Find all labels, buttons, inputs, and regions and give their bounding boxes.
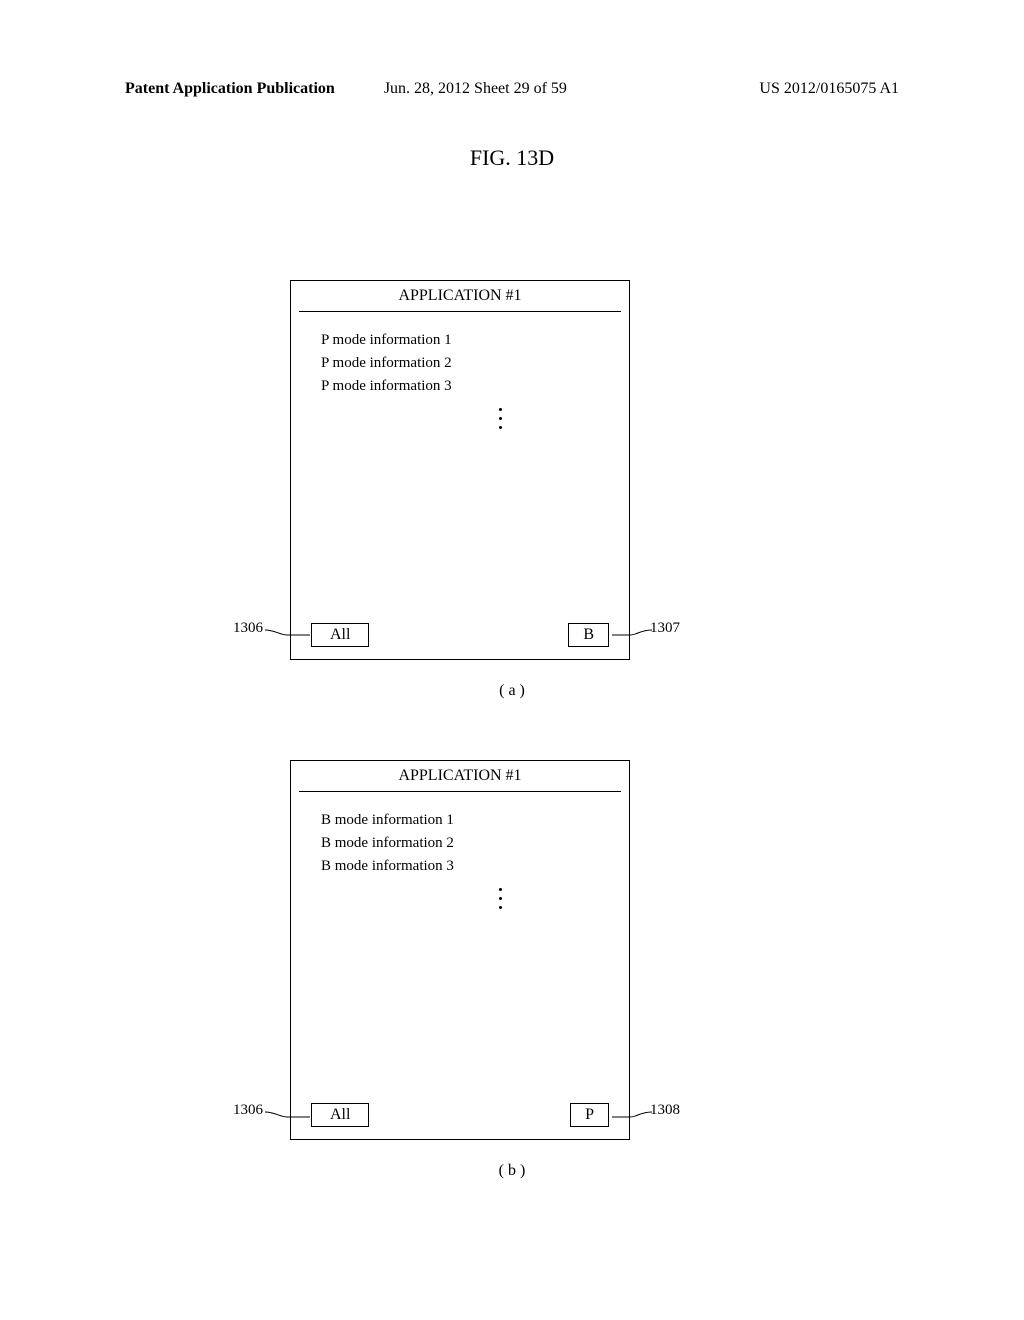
ref-1308: 1308 [650,1102,680,1119]
page-header: Patent Application Publication Jun. 28, … [125,80,899,98]
app-panel-a: APPLICATION #1 P mode information 1 P mo… [290,280,630,660]
b-button[interactable]: B [568,623,609,647]
lead-line-icon [265,1107,310,1127]
list-item: P mode information 1 [321,332,629,349]
all-button[interactable]: All [311,623,369,647]
ref-1306-b: 1306 [233,1102,263,1119]
vertical-ellipsis-icon [371,885,629,912]
list-item: B mode information 3 [321,858,629,875]
info-list-b: B mode information 1 B mode information … [291,792,629,912]
lead-line-icon [612,625,652,645]
header-right: US 2012/0165075 A1 [759,80,899,98]
app-header-a: APPLICATION #1 [299,281,621,312]
ref-1306-a: 1306 [233,620,263,637]
list-item: P mode information 3 [321,378,629,395]
figure-title: FIG. 13D [470,145,554,171]
list-item: B mode information 1 [321,812,629,829]
vertical-ellipsis-icon [371,405,629,432]
ref-1307: 1307 [650,620,680,637]
list-item: P mode information 2 [321,355,629,372]
button-row-b: All P [311,1103,609,1127]
app-header-b: APPLICATION #1 [299,761,621,792]
header-left: Patent Application Publication [125,80,335,98]
sub-label-a: ( a ) [499,682,525,700]
all-button[interactable]: All [311,1103,369,1127]
button-row-a: All B [311,623,609,647]
app-panel-b: APPLICATION #1 B mode information 1 B mo… [290,760,630,1140]
sub-label-b: ( b ) [499,1162,526,1180]
lead-line-icon [265,625,310,645]
p-button[interactable]: P [570,1103,609,1127]
header-center: Jun. 28, 2012 Sheet 29 of 59 [384,80,567,98]
list-item: B mode information 2 [321,835,629,852]
lead-line-icon [612,1107,652,1127]
info-list-a: P mode information 1 P mode information … [291,312,629,432]
